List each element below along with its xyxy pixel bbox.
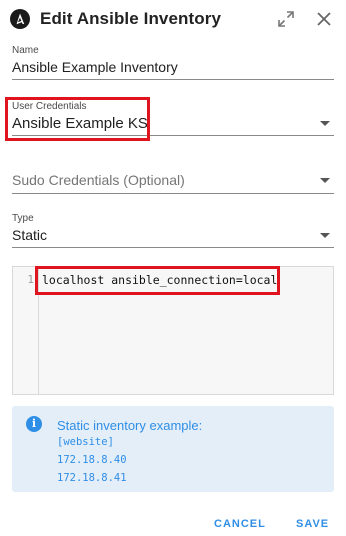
- info-title: Static inventory example:: [57, 418, 203, 433]
- chevron-down-icon[interactable]: [320, 178, 330, 183]
- type-value: Static: [12, 227, 48, 243]
- line-number: 1: [27, 273, 34, 286]
- highlight-box-credentials: [5, 97, 150, 141]
- dialog-title: Edit Ansible Inventory: [40, 9, 222, 28]
- close-icon[interactable]: [314, 9, 334, 29]
- type-label: Type: [12, 213, 34, 224]
- info-box: i Static inventory example: [website] 17…: [12, 406, 334, 492]
- sudo-credentials-underline: [12, 193, 334, 194]
- type-underline: [12, 247, 334, 248]
- type-select[interactable]: Type Static: [12, 213, 334, 249]
- info-example-line: 172.18.8.40: [57, 454, 127, 466]
- chevron-down-icon[interactable]: [320, 121, 330, 126]
- info-example-line: 172.18.8.41: [57, 472, 127, 484]
- expand-icon[interactable]: [276, 9, 296, 29]
- sudo-credentials-placeholder: Sudo Credentials (Optional): [12, 172, 185, 188]
- info-icon: i: [26, 416, 42, 432]
- info-example-line: [website]: [57, 436, 114, 448]
- name-input[interactable]: Ansible Example Inventory: [12, 59, 334, 75]
- highlight-box-editor: [35, 266, 280, 295]
- sudo-credentials-select[interactable]: Sudo Credentials (Optional): [12, 170, 334, 194]
- ansible-logo-icon: [10, 9, 30, 29]
- name-field[interactable]: Name Ansible Example Inventory: [12, 45, 334, 81]
- chevron-down-icon[interactable]: [320, 233, 330, 238]
- save-button[interactable]: SAVE: [296, 518, 329, 530]
- name-underline: [12, 79, 334, 80]
- name-label: Name: [12, 45, 39, 56]
- dialog-header: Edit Ansible Inventory: [0, 0, 346, 40]
- cancel-button[interactable]: CANCEL: [214, 518, 266, 530]
